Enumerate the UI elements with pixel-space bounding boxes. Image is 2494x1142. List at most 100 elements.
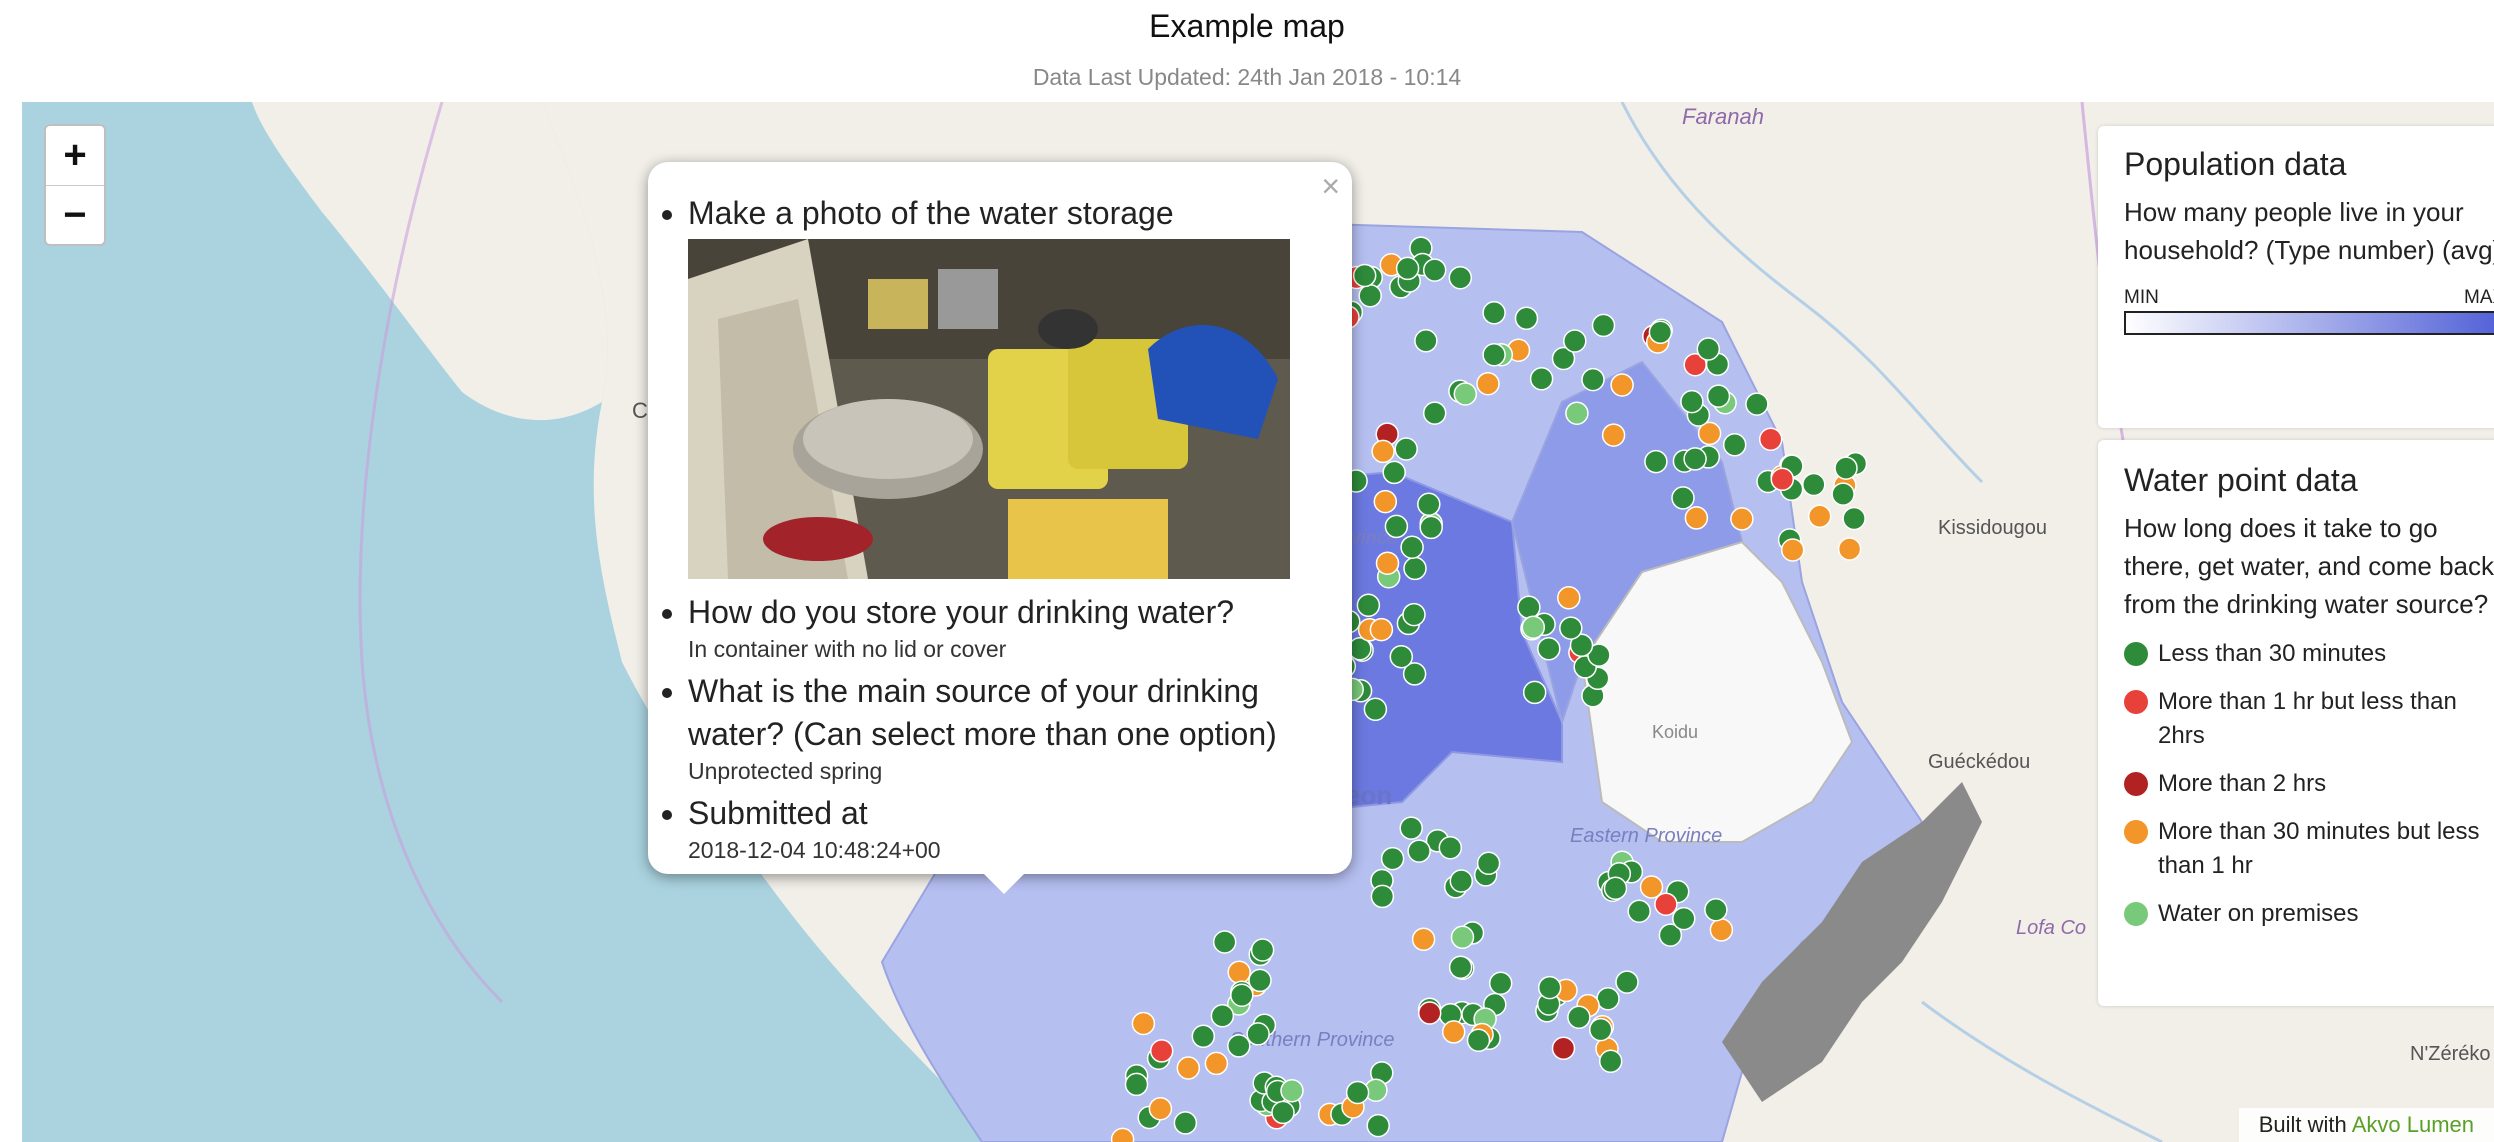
water-point-marker[interactable]: [1671, 486, 1695, 510]
water-point-marker[interactable]: [1131, 1011, 1156, 1036]
water-point-marker[interactable]: [1450, 925, 1475, 950]
water-point-marker[interactable]: [1149, 1039, 1174, 1063]
water-point-marker[interactable]: [1672, 906, 1696, 931]
water-point-marker[interactable]: [1375, 551, 1400, 575]
water-point-marker[interactable]: [1448, 955, 1473, 980]
water-point-marker[interactable]: [1148, 1096, 1173, 1121]
water-point-marker[interactable]: [1537, 637, 1561, 661]
water-point-marker[interactable]: [1684, 506, 1709, 530]
water-point-marker[interactable]: [1212, 930, 1237, 954]
water-point-marker[interactable]: [1399, 816, 1423, 840]
water-point-marker[interactable]: [1191, 1024, 1216, 1049]
water-point-marker[interactable]: [1596, 986, 1620, 1011]
water-point-marker[interactable]: [1407, 839, 1431, 863]
water-point-marker[interactable]: [1453, 382, 1478, 406]
water-point-marker[interactable]: [1557, 586, 1581, 610]
water-point-marker[interactable]: [1517, 595, 1541, 620]
water-point-marker[interactable]: [1422, 258, 1447, 282]
water-point-marker[interactable]: [1680, 389, 1704, 414]
water-point-marker[interactable]: [1615, 970, 1639, 994]
water-point-marker[interactable]: [1371, 439, 1395, 464]
water-point-marker[interactable]: [1248, 968, 1272, 993]
water-point-marker[interactable]: [1389, 644, 1414, 669]
water-point-marker[interactable]: [1591, 313, 1616, 338]
water-point-marker[interactable]: [1567, 1005, 1591, 1030]
water-point-marker[interactable]: [1356, 593, 1381, 618]
water-point-marker[interactable]: [1227, 1034, 1251, 1058]
water-point-marker[interactable]: [1644, 449, 1668, 474]
water-point-marker[interactable]: [1476, 371, 1500, 396]
water-point-marker[interactable]: [1441, 1020, 1466, 1044]
water-point-marker[interactable]: [1345, 1080, 1370, 1105]
water-point-marker[interactable]: [1683, 447, 1707, 471]
water-point-marker[interactable]: [1246, 1022, 1270, 1046]
water-point-marker[interactable]: [1598, 1049, 1623, 1074]
water-point-marker[interactable]: [1358, 284, 1382, 308]
water-point-marker[interactable]: [1610, 373, 1634, 397]
water-point-marker[interactable]: [1369, 617, 1394, 642]
water-point-marker[interactable]: [1448, 265, 1473, 290]
water-point-marker[interactable]: [1124, 1072, 1149, 1097]
water-point-marker[interactable]: [1394, 437, 1418, 461]
water-point-marker[interactable]: [1722, 433, 1747, 457]
water-point-marker[interactable]: [1696, 337, 1721, 361]
water-point-marker[interactable]: [1449, 869, 1474, 893]
water-point-marker[interactable]: [1802, 472, 1826, 497]
zoom-in-button[interactable]: +: [46, 126, 104, 185]
water-point-marker[interactable]: [1837, 537, 1862, 561]
water-point-marker[interactable]: [1627, 899, 1651, 923]
water-point-marker[interactable]: [1466, 1028, 1491, 1053]
water-point-marker[interactable]: [1250, 938, 1275, 962]
water-point-marker[interactable]: [1709, 918, 1734, 942]
water-point-marker[interactable]: [1400, 535, 1424, 559]
water-point-marker[interactable]: [1537, 975, 1562, 1000]
water-point-marker[interactable]: [1363, 697, 1388, 722]
water-point-marker[interactable]: [1603, 876, 1628, 901]
water-point-marker[interactable]: [1395, 256, 1420, 281]
water-point-marker[interactable]: [1639, 875, 1664, 899]
water-point-marker[interactable]: [1588, 1017, 1613, 1042]
water-point-marker[interactable]: [1438, 836, 1463, 860]
water-point-marker[interactable]: [1834, 456, 1858, 480]
water-point-marker[interactable]: [1522, 680, 1547, 705]
water-point-marker[interactable]: [1382, 460, 1406, 485]
water-point-marker[interactable]: [1745, 392, 1769, 416]
water-point-marker[interactable]: [1581, 367, 1605, 392]
water-point-marker[interactable]: [1780, 538, 1805, 562]
water-point-marker[interactable]: [1402, 602, 1426, 627]
water-point-marker[interactable]: [1482, 342, 1506, 367]
zoom-out-button[interactable]: −: [46, 185, 104, 244]
water-point-marker[interactable]: [1551, 1036, 1576, 1061]
water-point-marker[interactable]: [1411, 927, 1436, 952]
water-point-marker[interactable]: [1417, 1001, 1442, 1025]
water-point-marker[interactable]: [1648, 320, 1673, 345]
water-point-marker[interactable]: [1414, 329, 1438, 353]
akvo-lumen-link[interactable]: Akvo Lumen: [2352, 1112, 2474, 1137]
water-point-marker[interactable]: [1601, 423, 1626, 447]
water-point-marker[interactable]: [1559, 616, 1583, 640]
water-point-marker[interactable]: [1831, 482, 1855, 506]
water-point-marker[interactable]: [1384, 514, 1409, 539]
water-point-marker[interactable]: [1758, 427, 1783, 452]
water-point-marker[interactable]: [1476, 851, 1501, 876]
water-point-marker[interactable]: [1173, 1111, 1198, 1135]
water-point-marker[interactable]: [1271, 1100, 1295, 1125]
water-point-marker[interactable]: [1529, 367, 1554, 391]
water-point-marker[interactable]: [1230, 983, 1254, 1007]
water-point-marker[interactable]: [1422, 401, 1447, 425]
water-point-marker[interactable]: [1366, 1113, 1390, 1138]
water-point-marker[interactable]: [1706, 384, 1731, 408]
water-point-marker[interactable]: [1204, 1051, 1229, 1076]
water-point-marker[interactable]: [1704, 897, 1728, 922]
water-point-marker[interactable]: [1280, 1078, 1304, 1103]
water-point-marker[interactable]: [1403, 556, 1427, 581]
water-point-marker[interactable]: [1176, 1056, 1201, 1080]
map-view[interactable]: Faranah Kissidougou Guéckédou Koidu East…: [22, 102, 2494, 1142]
water-point-marker[interactable]: [1488, 971, 1513, 995]
water-point-marker[interactable]: [1770, 467, 1795, 492]
water-point-marker[interactable]: [1842, 506, 1866, 531]
water-point-marker[interactable]: [1373, 489, 1398, 514]
water-point-marker[interactable]: [1521, 615, 1546, 640]
water-point-marker[interactable]: [1227, 960, 1251, 984]
water-point-marker[interactable]: [1514, 306, 1539, 331]
